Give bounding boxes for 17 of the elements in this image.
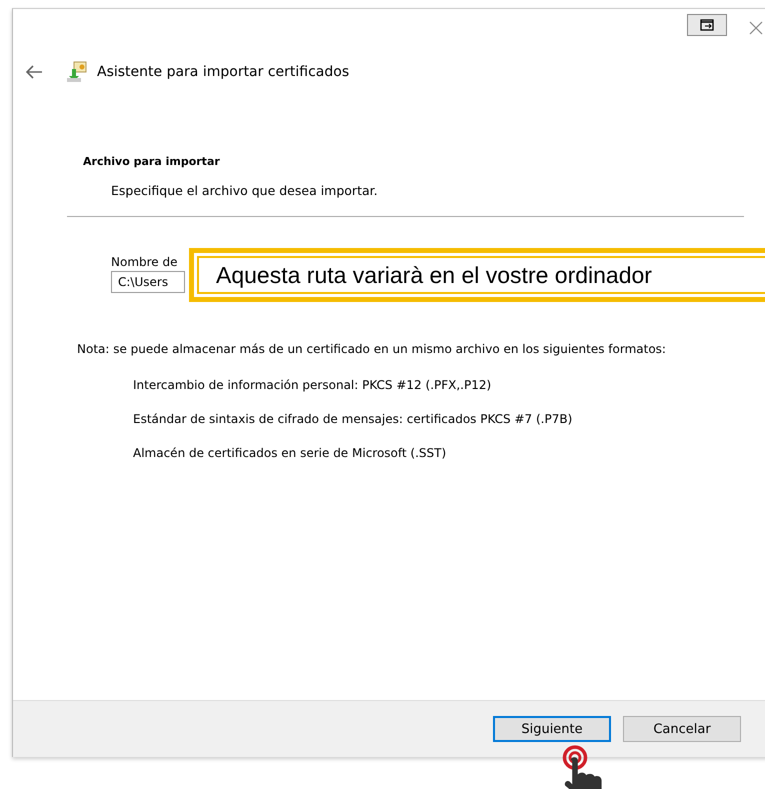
file-name-field[interactable]: C:\Users	[111, 271, 185, 293]
restore-button[interactable]	[687, 14, 727, 36]
restore-icon	[700, 19, 714, 31]
note-text: Nota: se puede almacenar más de un certificado en un mismo archivo en los siguientes formatos:	[77, 341, 667, 358]
section-subtitle: Especifique el archivo que desea importar.	[111, 183, 379, 198]
callout-text: Aquesta ruta variarà en el vostre ordinador	[216, 262, 652, 288]
certificate-icon	[65, 60, 89, 84]
format-item: Almacén de certificados en serie de Microsoft (.SST)	[133, 446, 448, 460]
window-title: Asistente para importar certificados	[97, 64, 350, 80]
next-button[interactable]: Siguiente	[493, 716, 611, 742]
format-item: Estándar de sintaxis de cifrado de mensajes: certificados PKCS #7 (.P7B)	[133, 412, 574, 426]
section-title: Archivo para importar	[83, 155, 221, 168]
back-arrow-icon[interactable]	[25, 65, 43, 79]
field-label: Nombre de	[111, 255, 178, 269]
cancel-button[interactable]: Cancelar	[623, 716, 741, 742]
close-icon[interactable]	[749, 21, 763, 35]
format-item: Intercambio de información personal: PKCS #12 (.PFX,.P12)	[133, 378, 492, 392]
